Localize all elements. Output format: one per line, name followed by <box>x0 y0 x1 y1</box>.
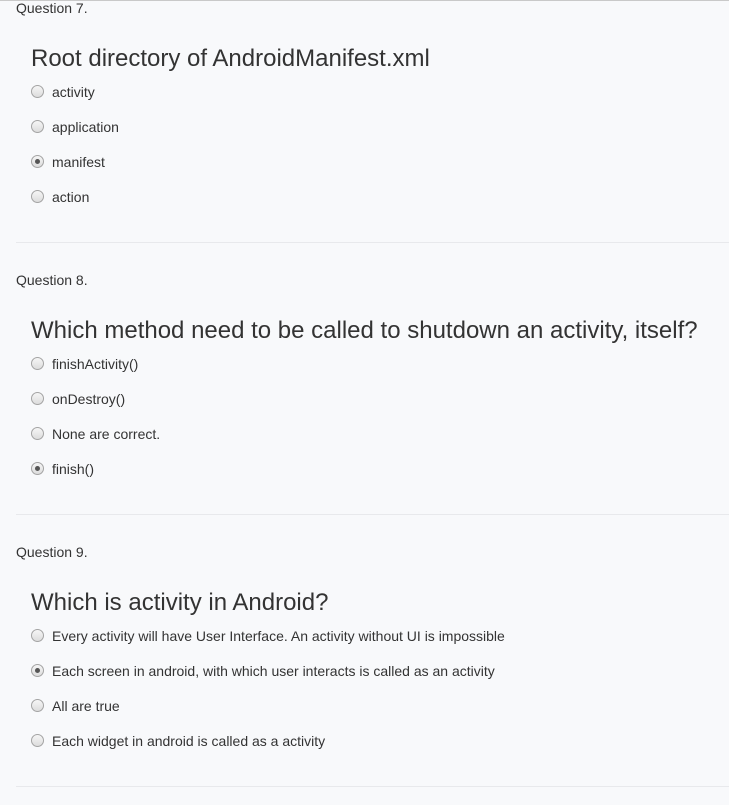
question-9: Question 9. Which is activity in Android… <box>16 544 729 749</box>
answer-option[interactable]: Every activity will have User Interface.… <box>31 618 729 653</box>
answer-option-label: None are correct. <box>52 425 161 442</box>
question-text: Root directory of AndroidManifest.xml <box>31 45 430 72</box>
question-number: Question 8. <box>16 272 88 288</box>
answer-option-label: Each widget in android is called as a ac… <box>52 732 326 749</box>
answer-option-label: Each screen in android, with which user … <box>52 662 495 679</box>
question-divider <box>16 242 729 243</box>
question-number: Question 7. <box>16 0 88 16</box>
answer-option[interactable]: manifest <box>31 144 729 179</box>
question-text: Which method need to be called to shutdo… <box>31 317 698 344</box>
question-text: Which is activity in Android? <box>31 589 329 616</box>
radio-button[interactable] <box>31 85 44 98</box>
answer-option[interactable]: activity <box>31 74 729 109</box>
question-7: Question 7. Root directory of AndroidMan… <box>16 0 729 205</box>
answer-option[interactable]: action <box>31 179 729 214</box>
answer-option[interactable]: Each widget in android is called as a ac… <box>31 723 729 758</box>
radio-button[interactable] <box>31 190 44 203</box>
radio-button-selected[interactable] <box>31 155 44 168</box>
answer-option[interactable]: finish() <box>31 451 729 486</box>
radio-button[interactable] <box>31 427 44 440</box>
answer-option-label: application <box>52 118 119 135</box>
answer-option-label: action <box>52 188 90 205</box>
answer-option-label: finishActivity() <box>52 355 139 372</box>
answer-options: finishActivity() onDestroy() None are co… <box>31 346 729 486</box>
radio-button[interactable] <box>31 357 44 370</box>
answer-options: Every activity will have User Interface.… <box>31 618 729 758</box>
radio-button[interactable] <box>31 392 44 405</box>
answer-option-label: activity <box>52 83 95 100</box>
answer-options: activity application manifest action <box>31 74 729 214</box>
radio-button[interactable] <box>31 629 44 642</box>
answer-option[interactable]: None are correct. <box>31 416 729 451</box>
answer-option[interactable]: application <box>31 109 729 144</box>
question-8: Question 8. Which method need to be call… <box>16 272 729 477</box>
answer-option[interactable]: All are true <box>31 688 729 723</box>
radio-button[interactable] <box>31 734 44 747</box>
answer-option-label: finish() <box>52 460 95 477</box>
question-divider <box>16 786 729 787</box>
question-divider <box>16 514 729 515</box>
radio-button-selected[interactable] <box>31 664 44 677</box>
question-number: Question 9. <box>16 544 88 560</box>
answer-option-label: manifest <box>52 153 105 170</box>
answer-option[interactable]: finishActivity() <box>31 346 729 381</box>
answer-option-label: All are true <box>52 697 120 714</box>
answer-option-label: Every activity will have User Interface.… <box>52 627 505 644</box>
radio-button[interactable] <box>31 699 44 712</box>
answer-option[interactable]: onDestroy() <box>31 381 729 416</box>
answer-option-label: onDestroy() <box>52 390 126 407</box>
radio-button[interactable] <box>31 120 44 133</box>
radio-button-selected[interactable] <box>31 462 44 475</box>
answer-option[interactable]: Each screen in android, with which user … <box>31 653 729 688</box>
